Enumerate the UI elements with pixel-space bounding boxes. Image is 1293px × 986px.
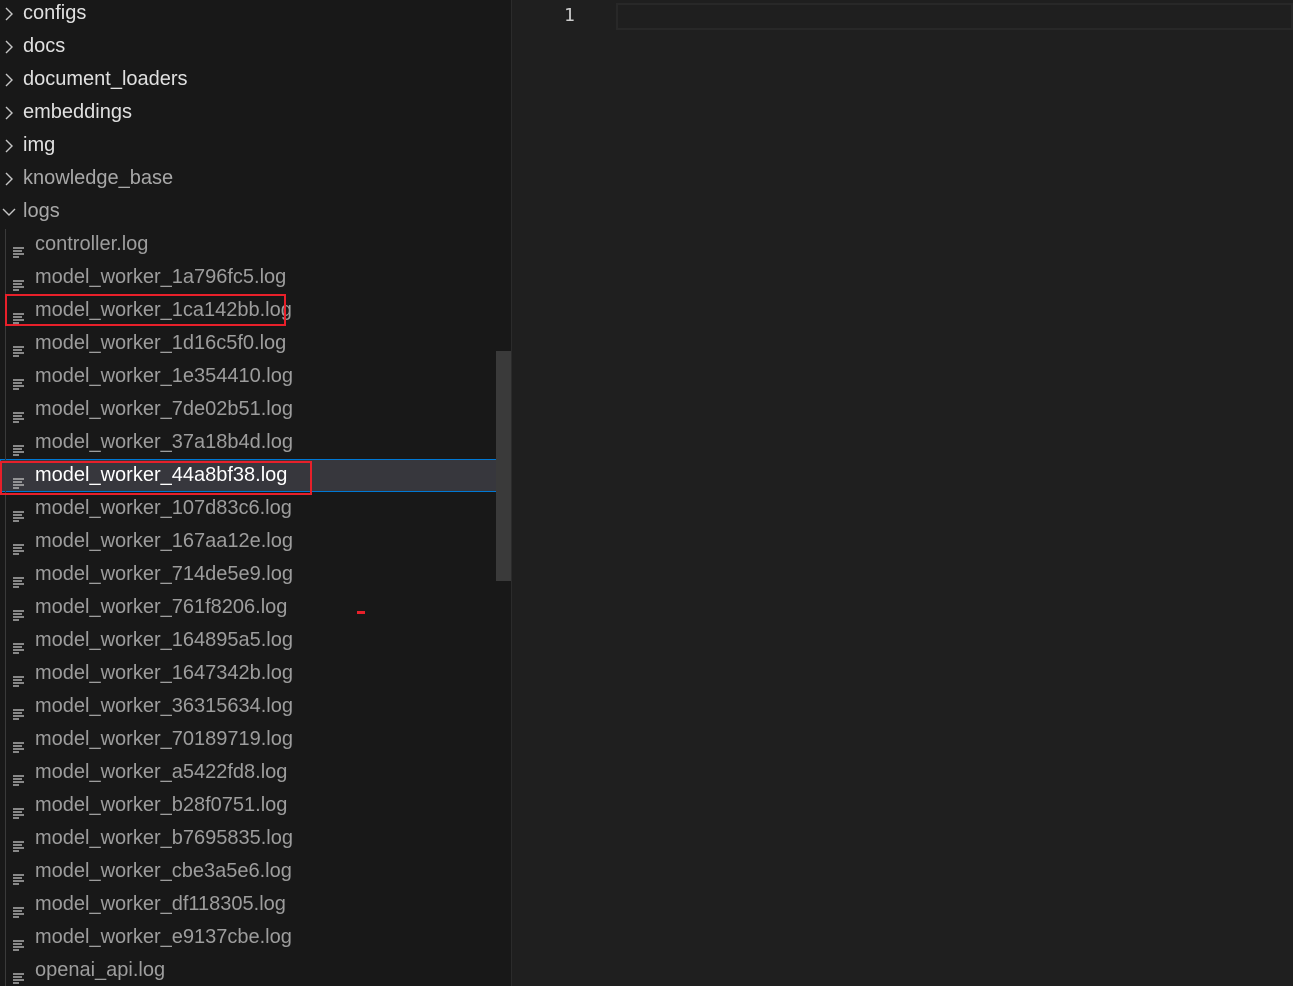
- chevron-right-icon[interactable]: [2, 63, 16, 96]
- lines-file-icon: [12, 568, 26, 588]
- file-label: model_worker_1d16c5f0.log: [35, 332, 287, 354]
- file-item[interactable]: model_worker_44a8bf38.log: [0, 459, 511, 492]
- file-item[interactable]: model_worker_714de5e9.log: [0, 558, 511, 591]
- folder-docs[interactable]: docs: [0, 30, 511, 63]
- lines-file-icon: [12, 436, 26, 456]
- lines-file-icon: [12, 304, 26, 324]
- red-annotation-mark: [357, 611, 365, 614]
- folder-knowledge-base[interactable]: knowledge_base: [0, 162, 511, 195]
- folder-label: document_loaders: [23, 68, 188, 90]
- file-label: model_worker_a5422fd8.log: [35, 761, 288, 783]
- file-label: model_worker_714de5e9.log: [35, 563, 293, 585]
- file-item[interactable]: model_worker_df118305.log: [0, 888, 511, 921]
- indent-guide: [5, 229, 6, 986]
- folder-label: logs: [23, 200, 60, 222]
- file-item[interactable]: model_worker_7de02b51.log: [0, 393, 511, 426]
- folder-img[interactable]: img: [0, 129, 511, 162]
- editor-pane[interactable]: 1: [511, 0, 1293, 986]
- lines-file-icon: [12, 865, 26, 885]
- lines-file-icon: [12, 766, 26, 786]
- file-label: model_worker_44a8bf38.log: [35, 464, 288, 486]
- file-item[interactable]: model_worker_167aa12e.log: [0, 525, 511, 558]
- file-item[interactable]: model_worker_1d16c5f0.log: [0, 327, 511, 360]
- lines-file-icon: [12, 469, 26, 489]
- file-item[interactable]: model_worker_cbe3a5e6.log: [0, 855, 511, 888]
- file-explorer: configs docs document_loaders embeddings img…: [0, 0, 511, 986]
- file-item[interactable]: model_worker_1ca142bb.log: [0, 294, 511, 327]
- folder-label: knowledge_base: [23, 167, 174, 189]
- folder-logs[interactable]: logs: [0, 195, 511, 228]
- chevron-right-icon[interactable]: [2, 0, 16, 30]
- folder-label: embeddings: [23, 101, 132, 123]
- file-item[interactable]: model_worker_70189719.log: [0, 723, 511, 756]
- chevron-right-icon[interactable]: [2, 129, 16, 162]
- folder-embeddings[interactable]: embeddings: [0, 96, 511, 129]
- current-line-highlight: [616, 3, 1293, 30]
- lines-file-icon: [12, 799, 26, 819]
- file-item[interactable]: model_worker_a5422fd8.log: [0, 756, 511, 789]
- lines-file-icon: [12, 964, 26, 984]
- lines-file-icon: [12, 403, 26, 423]
- file-item[interactable]: model_worker_b7695835.log: [0, 822, 511, 855]
- line-number: 1: [564, 5, 575, 26]
- file-label: model_worker_1ca142bb.log: [35, 299, 292, 321]
- file-item[interactable]: model_worker_37a18b4d.log: [0, 426, 511, 459]
- file-tree: configs docs document_loaders embeddings img…: [0, 0, 511, 986]
- file-item[interactable]: model_worker_b28f0751.log: [0, 789, 511, 822]
- file-label: model_worker_1647342b.log: [35, 662, 293, 684]
- file-label: model_worker_164895a5.log: [35, 629, 293, 651]
- folder-label: img: [23, 134, 56, 156]
- file-item[interactable]: model_worker_107d83c6.log: [0, 492, 511, 525]
- file-label: model_worker_1e354410.log: [35, 365, 293, 387]
- lines-file-icon: [12, 502, 26, 522]
- file-label: model_worker_37a18b4d.log: [35, 431, 293, 453]
- lines-file-icon: [12, 733, 26, 753]
- file-item[interactable]: model_worker_36315634.log: [0, 690, 511, 723]
- lines-file-icon: [12, 370, 26, 390]
- folder-label: configs: [23, 2, 87, 24]
- lines-file-icon: [12, 931, 26, 951]
- lines-file-icon: [12, 898, 26, 918]
- file-item[interactable]: controller.log: [0, 228, 511, 261]
- lines-file-icon: [12, 337, 26, 357]
- folder-document-loaders[interactable]: document_loaders: [0, 63, 511, 96]
- lines-file-icon: [12, 238, 26, 258]
- lines-file-icon: [12, 271, 26, 291]
- file-item[interactable]: model_worker_761f8206.log: [0, 591, 511, 624]
- file-label: model_worker_761f8206.log: [35, 596, 288, 618]
- lines-file-icon: [12, 535, 26, 555]
- file-item[interactable]: model_worker_1a796fc5.log: [0, 261, 511, 294]
- file-item[interactable]: model_worker_164895a5.log: [0, 624, 511, 657]
- chevron-right-icon[interactable]: [2, 30, 16, 63]
- app-window: configs docs document_loaders embeddings img…: [0, 0, 1293, 986]
- file-item[interactable]: openai_api.log: [0, 954, 511, 986]
- file-label: openai_api.log: [35, 959, 166, 981]
- folder-label: docs: [23, 35, 66, 57]
- folder-configs[interactable]: configs: [0, 0, 511, 30]
- explorer-scrollbar[interactable]: [496, 351, 511, 581]
- lines-file-icon: [12, 832, 26, 852]
- file-label: model_worker_107d83c6.log: [35, 497, 292, 519]
- file-item[interactable]: model_worker_e9137cbe.log: [0, 921, 511, 954]
- chevron-right-icon[interactable]: [2, 162, 16, 195]
- file-label: model_worker_36315634.log: [35, 695, 293, 717]
- file-label: model_worker_70189719.log: [35, 728, 293, 750]
- file-label: model_worker_7de02b51.log: [35, 398, 293, 420]
- lines-file-icon: [12, 667, 26, 687]
- file-label: controller.log: [35, 233, 149, 255]
- file-label: model_worker_e9137cbe.log: [35, 926, 292, 948]
- file-label: model_worker_1a796fc5.log: [35, 266, 287, 288]
- lines-file-icon: [12, 634, 26, 654]
- chevron-down-icon[interactable]: [2, 195, 16, 228]
- file-label: model_worker_b7695835.log: [35, 827, 293, 849]
- lines-file-icon: [12, 601, 26, 621]
- file-label: model_worker_cbe3a5e6.log: [35, 860, 292, 882]
- file-item[interactable]: model_worker_1e354410.log: [0, 360, 511, 393]
- lines-file-icon: [12, 700, 26, 720]
- file-label: model_worker_df118305.log: [35, 893, 286, 915]
- file-label: model_worker_167aa12e.log: [35, 530, 293, 552]
- chevron-right-icon[interactable]: [2, 96, 16, 129]
- file-label: model_worker_b28f0751.log: [35, 794, 288, 816]
- file-item[interactable]: model_worker_1647342b.log: [0, 657, 511, 690]
